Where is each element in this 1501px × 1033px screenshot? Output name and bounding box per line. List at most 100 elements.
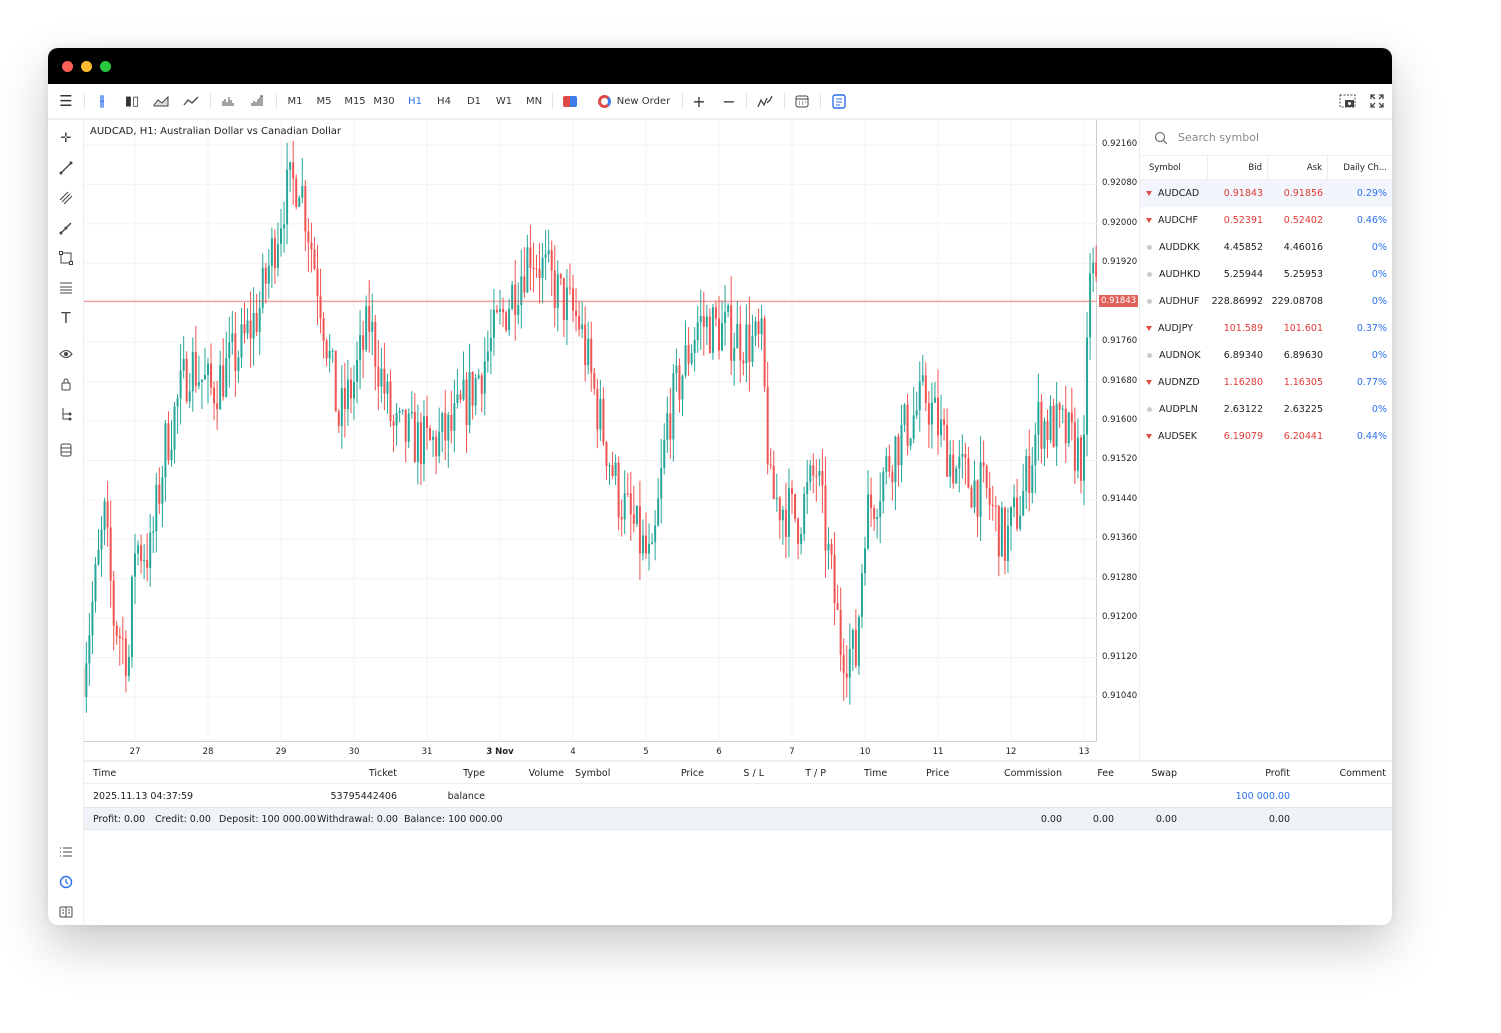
timeframe-h1[interactable]: H1 [405,84,425,118]
candle-body [331,350,334,352]
shapes-icon[interactable] [57,249,75,267]
candle-body [909,438,912,446]
watchlist-row[interactable]: AUDSEK 6.19079 6.20441 0.44% [1140,423,1392,450]
column-ask[interactable]: Ask [1268,156,1328,179]
calendar-icon[interactable] [793,84,811,118]
col-symbol[interactable]: Symbol [575,768,610,779]
col-price[interactable]: Price [681,768,704,779]
history-icon[interactable] [57,873,75,891]
col-comment[interactable]: Comment [1339,768,1386,779]
close-window-button[interactable] [62,61,73,72]
col-close-price[interactable]: Price [926,768,949,779]
price-tick: 0.91200 [1102,612,1138,623]
timeframe-d1[interactable]: D1 [464,84,484,118]
fibonacci-icon[interactable] [57,279,75,297]
date-tick: 10 [859,747,871,757]
watchlist-row[interactable]: AUDNOK 6.89340 6.89630 0% [1140,342,1392,369]
candle-body [681,375,684,400]
zoom-out-icon[interactable]: − [720,84,738,118]
trend-line-icon[interactable] [57,159,75,177]
col-volume[interactable]: Volume [529,768,564,779]
trade-list-icon[interactable] [57,843,75,861]
ask-cell: 229.08708 [1271,296,1323,307]
history-row[interactable]: 2025.11.13 04:37:59 53795442406 balance … [84,785,1392,807]
object-tree-icon[interactable] [57,405,75,423]
watchlist-row[interactable]: AUDDKK 4.45852 4.46016 0% [1140,234,1392,261]
col-profit[interactable]: Profit [1265,768,1290,779]
indicators-icon[interactable] [756,84,774,118]
candle-body [237,357,240,371]
ray-icon[interactable] [57,219,75,237]
candle-body [946,424,949,477]
watchlist-row[interactable]: AUDJPY 101.589 101.601 0.37% [1140,315,1392,342]
watchlist-row[interactable]: AUDCAD 0.91843 0.91856 0.29% [1140,180,1392,207]
maximize-window-button[interactable] [100,61,111,72]
journal-icon[interactable] [57,903,75,921]
candle-body [416,422,419,463]
candle-body [724,312,727,323]
menu-icon[interactable]: ☰ [58,84,74,118]
col-fee[interactable]: Fee [1097,768,1114,779]
col-tp[interactable]: T / P [805,768,826,779]
col-ticket[interactable]: Ticket [369,768,397,779]
candle-body [465,379,468,426]
new-order-button[interactable]: New Order [594,84,674,118]
col-type[interactable]: Type [463,768,485,779]
volume-icon[interactable] [219,84,237,118]
line-chart-icon[interactable] [182,84,200,118]
candle-body [280,228,282,244]
watchlist-row[interactable]: AUDNZD 1.16280 1.16305 0.77% [1140,369,1392,396]
watchlist-row[interactable]: AUDCHF 0.52391 0.52402 0.46% [1140,207,1392,234]
column-daily-change[interactable]: Daily Ch... [1328,156,1392,179]
col-time[interactable]: Time [93,768,116,779]
area-chart-icon[interactable] [152,84,170,118]
timeframe-m30[interactable]: M30 [372,84,396,118]
candle-body [915,410,918,416]
lock-icon[interactable] [57,375,75,393]
candle-body [404,409,407,442]
channel-icon[interactable] [57,189,75,207]
col-sl[interactable]: S / L [743,768,764,779]
timeframe-w1[interactable]: W1 [494,84,514,118]
bar-chart-icon[interactable]: ⫲ [93,84,111,118]
depth-of-market-icon[interactable] [830,84,848,118]
timeframe-m1[interactable]: M1 [285,84,305,118]
col-swap[interactable]: Swap [1151,768,1177,779]
tick-volume-icon[interactable] [248,84,266,118]
column-bid[interactable]: Bid [1208,156,1268,179]
zoom-in-icon[interactable]: + [690,84,708,118]
candle-body [170,449,173,461]
candle-body [952,454,955,484]
search-symbol-input[interactable]: Search symbol [1140,120,1392,156]
date-tick: 29 [275,747,287,757]
timeframe-m5[interactable]: M5 [314,84,334,118]
one-click-trading-icon[interactable] [561,84,579,118]
screenshot-icon[interactable] [1338,84,1356,118]
database-icon[interactable] [57,441,75,459]
price-chart[interactable]: AUDCAD, H1: Australian Dollar vs Canadia… [84,120,1097,742]
minimize-window-button[interactable] [81,61,92,72]
candle-body [234,333,237,371]
candle-body [386,381,389,394]
timeframe-m15[interactable]: M15 [343,84,367,118]
fullscreen-icon[interactable] [1368,84,1386,118]
column-symbol[interactable]: Symbol [1140,156,1208,179]
date-axis[interactable]: 27 28 29 30 31 3 Nov 4 5 6 7 10 11 12 13 [84,742,1097,760]
timeframe-h4[interactable]: H4 [434,84,454,118]
candle-body [1040,402,1043,449]
eye-icon[interactable] [57,345,75,363]
price-axis[interactable]: 0.91843 0.92160 0.92080 0.92000 0.91920 0.91… [1097,120,1139,742]
watchlist-row[interactable]: AUDPLN 2.63122 2.63225 0% [1140,396,1392,423]
date-tick: 3 Nov [486,747,514,757]
candle-body [757,321,760,335]
candlestick-icon[interactable]: ▮▯ [123,84,141,118]
crosshair-icon[interactable]: ✛ [57,129,75,147]
price-tick: 0.91360 [1102,533,1138,544]
watchlist-row[interactable]: AUDHKD 5.25944 5.25953 0% [1140,261,1392,288]
timeframe-mn[interactable]: MN [523,84,545,118]
col-commission[interactable]: Commission [1004,768,1062,779]
col-close-time[interactable]: Time [864,768,887,779]
watchlist-row[interactable]: AUDHUF 228.86992 229.08708 0% [1140,288,1392,315]
text-icon[interactable]: T [57,309,75,327]
candle-body [547,250,550,255]
